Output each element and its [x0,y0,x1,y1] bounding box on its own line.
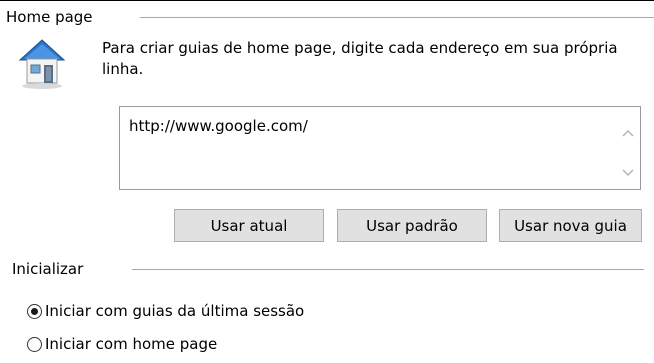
home-page-description: Para criar guias de home page, digite ca… [102,39,618,78]
radio-button-checked[interactable] [27,303,42,319]
use-new-tab-button[interactable]: Usar nova guia [499,209,642,242]
use-default-button[interactable]: Usar padrão [337,209,487,242]
radio-button-unchecked[interactable] [27,336,42,352]
startup-group-title: Inicializar [12,260,88,278]
startup-option-last-session[interactable]: Iniciar com guias da última sessão [27,302,304,320]
home-page-url-value[interactable]: http://www.google.com/ [129,117,308,135]
startup-option-home-page[interactable]: Iniciar com home page [27,335,217,353]
chevron-up-icon[interactable] [622,128,634,138]
home-page-url-textarea[interactable]: http://www.google.com/ [119,106,641,190]
top-border [0,0,654,1]
startup-option-label[interactable]: Iniciar com home page [45,335,217,353]
group-separator [140,17,654,18]
house-icon [18,39,66,89]
chevron-down-icon[interactable] [622,168,634,178]
use-current-button[interactable]: Usar atual [174,209,324,242]
home-page-group-title: Home page [6,8,97,26]
group-separator [132,269,644,270]
startup-option-label[interactable]: Iniciar com guias da última sessão [45,302,304,320]
